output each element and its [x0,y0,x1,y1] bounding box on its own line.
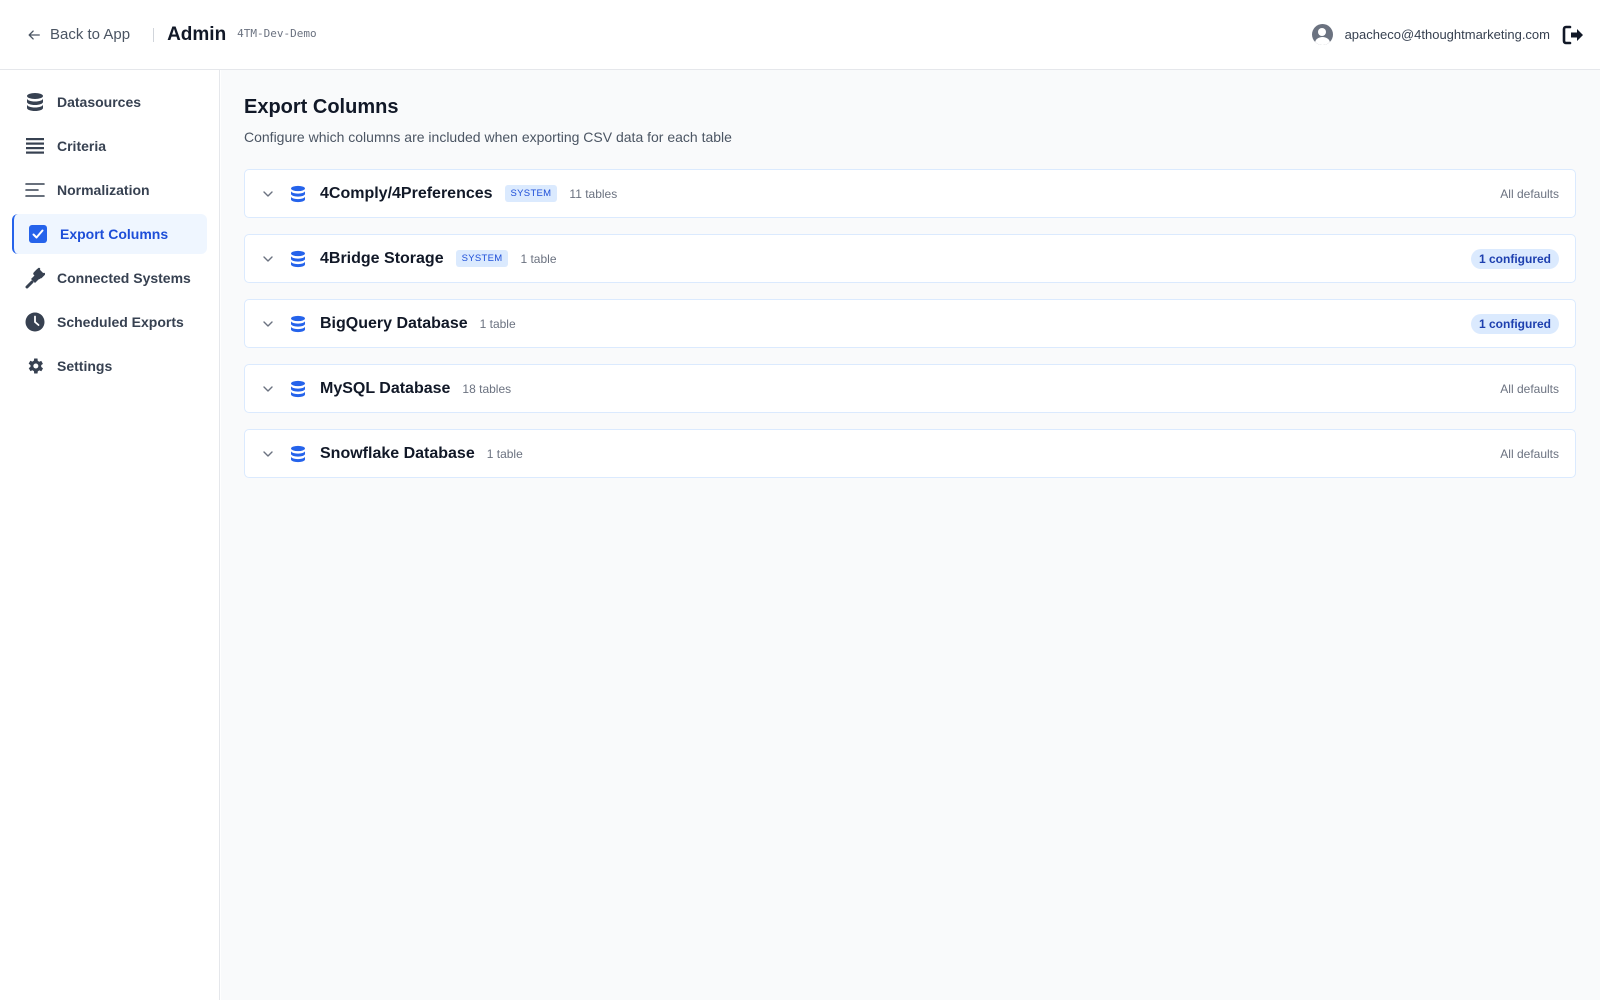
datasource-name: 4Bridge Storage [320,249,444,267]
chevron-down-icon[interactable] [260,446,276,462]
chevron-down-icon[interactable] [260,381,276,397]
sidebar-item-criteria[interactable]: Criteria [12,126,207,166]
sidebar: Datasources Criteria Normalization Expor… [0,70,220,1000]
datasource-row[interactable]: 4Comply/4Preferences SYSTEM 11 tables Al… [244,169,1576,218]
app-title: Admin [167,23,227,45]
clock-icon [25,312,45,332]
checkbox-icon [28,224,48,244]
sidebar-item-settings[interactable]: Settings [12,346,207,386]
logout-icon [1562,25,1583,44]
database-icon [25,92,45,112]
sidebar-item-label: Settings [57,358,113,374]
sidebar-item-label: Datasources [57,94,142,110]
back-to-app-label: Back to App [50,26,131,43]
database-icon [290,380,308,398]
align-left-icon [25,180,45,200]
page-title: Export Columns [244,96,399,118]
system-badge: SYSTEM [504,185,558,202]
page-subtitle: Configure which columns are included whe… [244,129,732,145]
sidebar-item-label: Connected Systems [57,270,191,286]
sidebar-item-label: Scheduled Exports [57,314,184,330]
plug-icon [25,267,45,289]
sidebar-item-scheduled-exports[interactable]: Scheduled Exports [12,302,207,342]
user-avatar-icon [1311,24,1333,45]
table-count: 11 tables [569,186,618,201]
datasource-row[interactable]: BigQuery Database 1 table 1 configured [244,299,1576,348]
chevron-down-icon[interactable] [260,186,276,202]
datasource-row[interactable]: Snowflake Database 1 table All defaults [244,429,1576,478]
sidebar-item-datasources[interactable]: Datasources [12,82,207,122]
datasource-name: BigQuery Database [320,314,468,332]
config-status: All defaults [1500,381,1559,396]
table-count: 1 table [479,316,516,331]
user-menu: apacheco@4thoughtmarketing.com [1311,24,1584,46]
datasource-list: 4Comply/4Preferences SYSTEM 11 tables Al… [244,169,1576,478]
list-icon [25,136,45,156]
user-email: apacheco@4thoughtmarketing.com [1344,27,1550,42]
sidebar-item-connected-systems[interactable]: Connected Systems [12,258,207,298]
sidebar-item-label: Export Columns [60,226,169,242]
datasource-name: Snowflake Database [320,444,475,462]
back-to-app-link[interactable]: Back to App [27,26,130,43]
header-divider [153,27,155,42]
database-icon [290,445,308,463]
sidebar-item-export-columns[interactable]: Export Columns [12,214,207,254]
chevron-down-icon[interactable] [260,251,276,267]
datasource-row[interactable]: MySQL Database 18 tables All defaults [244,364,1576,413]
database-icon [290,185,308,203]
top-bar: Back to App Admin 4TM-Dev-Demo apacheco@… [0,0,1600,70]
sidebar-item-normalization[interactable]: Normalization [12,170,207,210]
datasource-row[interactable]: 4Bridge Storage SYSTEM 1 table 1 configu… [244,234,1576,283]
logout-button[interactable] [1562,24,1584,46]
configured-badge: 1 configured [1470,313,1559,334]
gear-icon [25,356,45,376]
chevron-down-icon[interactable] [260,316,276,332]
table-count: 1 table [520,251,557,266]
arrow-left-icon [28,29,40,40]
datasource-name: MySQL Database [320,379,451,397]
datasource-name: 4Comply/4Preferences [320,184,493,202]
main-content: Export Columns Configure which columns a… [221,70,1600,1000]
sidebar-item-label: Normalization [57,182,150,198]
database-icon [290,315,308,333]
config-status: All defaults [1500,446,1559,461]
table-count: 1 table [486,446,523,461]
table-count: 18 tables [462,381,512,396]
system-badge: SYSTEM [455,250,509,267]
configured-badge: 1 configured [1470,248,1559,269]
database-icon [290,250,308,268]
config-status: All defaults [1500,186,1559,201]
environment-label: 4TM-Dev-Demo [237,27,317,40]
sidebar-item-label: Criteria [57,138,107,154]
